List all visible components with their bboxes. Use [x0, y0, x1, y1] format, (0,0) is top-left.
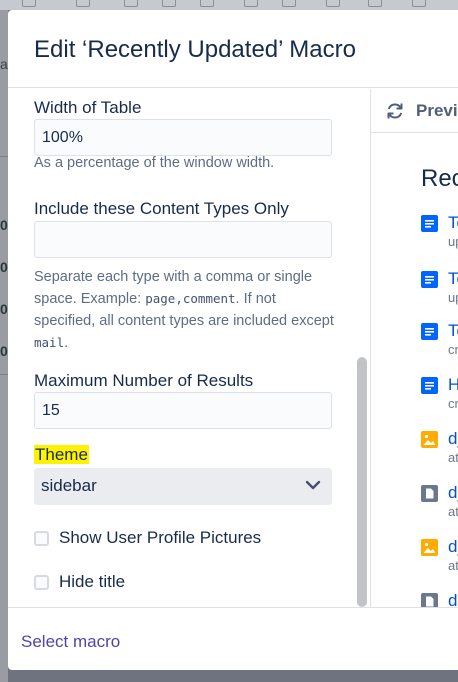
toolbar-icon: [244, 0, 258, 7]
content-types-help-text: .: [64, 335, 69, 351]
background-text: 0: [0, 259, 8, 275]
preview-list-item: Tecr: [421, 321, 458, 361]
background-divider: [0, 374, 8, 375]
macro-preview-pane: Previ Rec TeupTeupTecrHcrd_atd_atd_atd_: [370, 89, 458, 607]
theme-select[interactable]: sidebar: [34, 468, 332, 505]
preview-item-meta: cr: [448, 342, 458, 357]
preview-item-link[interactable]: Te: [448, 269, 458, 289]
preview-item-link[interactable]: H: [448, 375, 458, 395]
preview-item-meta: up: [448, 234, 458, 249]
width-of-table-input[interactable]: [34, 119, 332, 156]
file-attachment-icon: [421, 593, 438, 607]
dialog-header: Edit ‘Recently Updated’ Macro: [8, 10, 458, 88]
page-icon: [421, 215, 438, 232]
preview-list-item: d_at: [421, 483, 458, 523]
max-results-label: Maximum Number of Results: [34, 371, 254, 390]
preview-item-link[interactable]: d_: [448, 429, 458, 449]
preview-label: Previ: [416, 101, 458, 120]
form-scrollbar[interactable]: [357, 357, 367, 607]
content-types-help: Separate each type with a comma or singl…: [34, 266, 334, 354]
content-types-label: Include these Content Types Only: [34, 199, 289, 218]
preview-item-link[interactable]: Te: [448, 213, 458, 233]
background-text: a: [0, 56, 8, 72]
background-text: 0: [0, 217, 8, 233]
toolbar-icon: [162, 0, 176, 7]
page-icon: [421, 323, 438, 340]
hide-title-label: Hide title: [59, 572, 126, 591]
page-icon: [421, 377, 438, 394]
macro-edit-dialog: Edit ‘Recently Updated’ Macro Width of T…: [8, 10, 458, 670]
background-left-strip: a 0 0 0 0: [0, 10, 8, 682]
preview-list-item: Hcr: [421, 375, 458, 415]
preview-item-meta: at: [448, 504, 458, 519]
content-types-excluded-code: mail: [34, 335, 65, 350]
width-of-table-label: Width of Table: [34, 98, 142, 117]
theme-selected-value: sidebar: [41, 476, 97, 495]
toolbar-icon: [124, 0, 138, 7]
chevron-down-icon: [305, 480, 321, 490]
preview-item-link[interactable]: d_: [448, 483, 458, 503]
toolbar-icon: [22, 0, 36, 7]
dialog-title: Edit ‘Recently Updated’ Macro: [34, 36, 356, 63]
background-toolbar: [0, 0, 458, 10]
content-types-input[interactable]: [34, 221, 332, 258]
preview-list-item: d_at: [421, 537, 458, 577]
show-profile-pictures-option[interactable]: Show User Profile Pictures: [34, 526, 261, 550]
preview-item-link[interactable]: d_: [448, 537, 458, 557]
preview-list-item: Teup: [421, 213, 458, 253]
toolbar-icon: [200, 0, 214, 7]
preview-header[interactable]: Previ: [371, 89, 458, 133]
preview-item-meta: at: [448, 450, 458, 465]
preview-item-link[interactable]: Te: [448, 321, 458, 341]
background-text: 0: [0, 301, 8, 317]
preview-item-meta: at: [448, 558, 458, 573]
image-attachment-icon: [421, 539, 438, 556]
refresh-icon[interactable]: [385, 101, 405, 121]
preview-item-link[interactable]: d_: [448, 591, 458, 607]
content-types-example-code: page,comment: [145, 291, 236, 306]
toolbar-icon: [326, 0, 340, 7]
toolbar-icon: [282, 0, 296, 7]
max-results-input[interactable]: [34, 392, 332, 429]
preview-item-meta: cr: [448, 396, 458, 411]
select-macro-link[interactable]: Select macro: [21, 632, 120, 652]
show-profile-pictures-checkbox[interactable]: [34, 530, 49, 546]
theme-label: Theme: [34, 445, 89, 465]
preview-list-item: d_at: [421, 429, 458, 469]
background-divider: [0, 156, 8, 157]
theme-label-text: Theme: [34, 445, 89, 464]
preview-macro-title: Rec: [421, 165, 458, 192]
preview-list-item: d_: [421, 591, 458, 607]
preview-list-item: Teup: [421, 269, 458, 309]
toolbar-icon: [368, 0, 382, 7]
macro-parameters-form[interactable]: Width of Table As a percentage of the wi…: [8, 89, 370, 607]
show-profile-pictures-label: Show User Profile Pictures: [59, 528, 262, 547]
hide-title-option[interactable]: Hide title: [34, 570, 125, 594]
toolbar-icon: [76, 0, 90, 7]
file-attachment-icon: [421, 485, 438, 502]
width-of-table-help: As a percentage of the window width.: [34, 155, 275, 171]
background-text: 0: [0, 343, 8, 359]
toolbar-icon: [412, 0, 426, 7]
dialog-footer: Select macro: [8, 607, 458, 670]
page-icon: [421, 271, 438, 288]
image-attachment-icon: [421, 431, 438, 448]
hide-title-checkbox[interactable]: [34, 574, 49, 590]
preview-item-meta: up: [448, 290, 458, 305]
